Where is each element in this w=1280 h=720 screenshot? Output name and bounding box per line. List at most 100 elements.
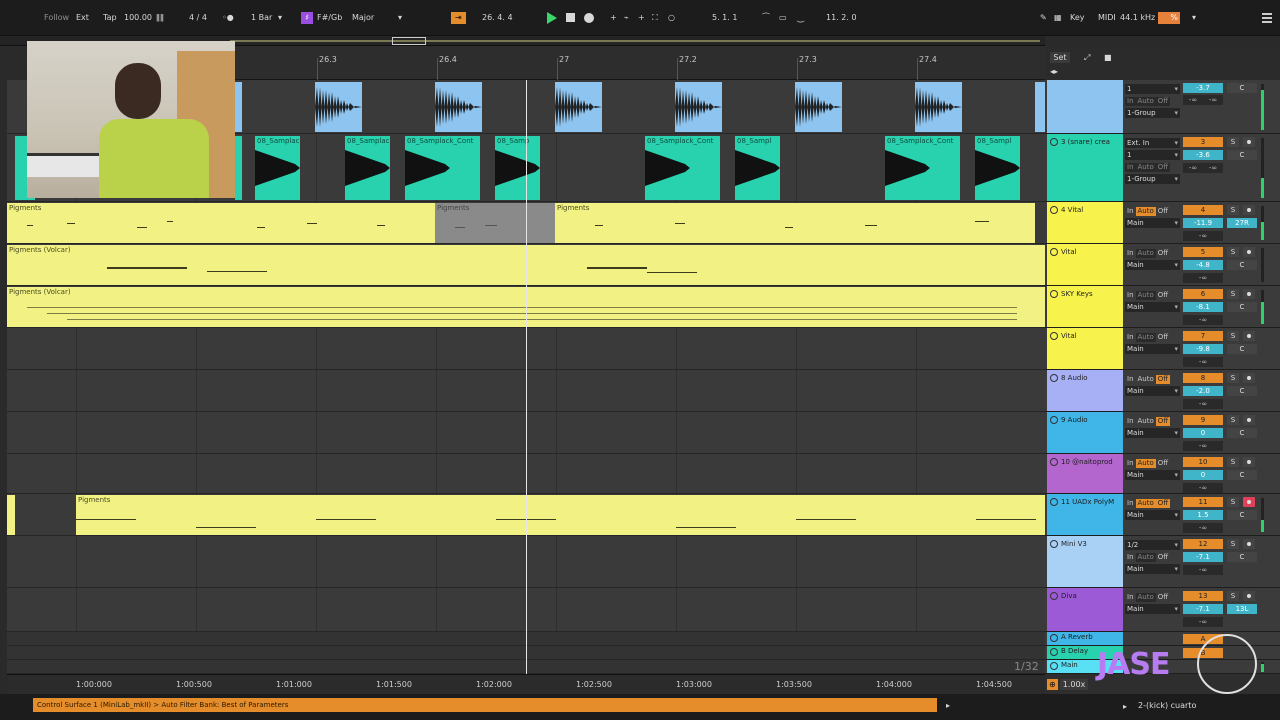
arm-button[interactable] [1243, 457, 1255, 467]
monitor-auto-button[interactable]: Auto [1135, 333, 1156, 342]
fold-icon[interactable] [1050, 540, 1058, 548]
menu-icon[interactable] [1262, 13, 1272, 23]
track-activator[interactable]: 10 [1183, 457, 1223, 467]
monitor-in-button[interactable]: In [1125, 97, 1136, 106]
track-activator[interactable]: 9 [1183, 415, 1223, 425]
arm-button[interactable] [1243, 289, 1255, 299]
monitor-in-button[interactable]: In [1125, 417, 1136, 426]
track-name[interactable]: A Reverb [1047, 632, 1123, 645]
output-select[interactable]: 1-Group [1125, 174, 1180, 184]
track-activator[interactable]: 4 [1183, 205, 1223, 215]
loop-length-field[interactable]: 11. 2. 0 [826, 12, 857, 24]
volume-field[interactable]: -7.1 [1183, 552, 1223, 562]
arm-button[interactable] [1243, 331, 1255, 341]
tempo-field[interactable]: 100.00 [124, 12, 152, 24]
fold-icon[interactable] [1050, 662, 1058, 670]
pan-field[interactable]: C [1227, 344, 1257, 354]
send-field[interactable]: -∞ [1183, 273, 1223, 283]
audio-clip[interactable]: 08_Samplac [345, 136, 390, 200]
volume-field[interactable]: -9.8 [1183, 344, 1223, 354]
send-field[interactable]: -∞ [1183, 523, 1223, 533]
set-button[interactable]: Set [1050, 52, 1070, 63]
groove-icon[interactable]: ◦● [222, 12, 234, 24]
pan-field[interactable]: C [1227, 386, 1257, 396]
volume-field[interactable]: -8.1 [1183, 302, 1223, 312]
solo-button[interactable]: S [1227, 415, 1239, 425]
fold-icon[interactable] [1050, 416, 1058, 424]
arm-button[interactable] [1243, 373, 1255, 383]
audio-clip[interactable] [795, 82, 842, 132]
loop-icon[interactable]: ○ [668, 12, 675, 24]
pan-field[interactable]: C [1227, 260, 1257, 270]
solo-button[interactable]: S [1227, 205, 1239, 215]
scale-select[interactable]: Major [352, 12, 374, 24]
solo-button[interactable]: S [1227, 289, 1239, 299]
track-10-naitoprod[interactable]: 10 @naitoprod InAutoOff Main 10 S 0 C -∞ [1045, 454, 1280, 494]
monitor-off-button[interactable]: Off [1155, 499, 1171, 508]
track-name[interactable]: Vital [1047, 328, 1123, 369]
pan-field[interactable]: C [1227, 510, 1257, 520]
beat-time-ruler[interactable]: 26.3 26.4 27 27.2 27.3 27.4 [235, 46, 1045, 80]
fold-icon[interactable] [1050, 634, 1058, 642]
solo-button[interactable]: S [1227, 247, 1239, 257]
track-snare[interactable]: 3 (snare) crea Ext. In 1 InAutoOff 1-Gro… [1045, 134, 1280, 202]
track-activator[interactable]: 12 [1183, 539, 1223, 549]
track-name[interactable]: Vital [1047, 244, 1123, 285]
arm-button[interactable] [1243, 137, 1255, 147]
chevron-down-icon[interactable]: ▾ [278, 12, 282, 24]
track-8-audio[interactable]: 8 Audio InAutoOff Main 8 S -2.0 C -∞ [1045, 370, 1280, 412]
audio-clip[interactable]: 08_Samplack_Cont [645, 136, 720, 200]
solo-button[interactable]: S [1227, 331, 1239, 341]
output-select[interactable]: Main [1125, 260, 1180, 270]
song-position-field[interactable]: 26. 4. 4 [482, 12, 513, 24]
monitor-auto-button[interactable]: Auto [1135, 97, 1156, 106]
output-select[interactable]: 1-Group [1125, 108, 1180, 118]
audio-clip[interactable] [1035, 82, 1045, 132]
send-field[interactable]: -∞ [1183, 565, 1223, 575]
monitor-auto-button[interactable]: Auto [1135, 291, 1156, 300]
track-name[interactable]: 10 @naitoprod [1047, 454, 1123, 493]
midi-clip[interactable]: Pigments [76, 495, 1045, 535]
volume-field[interactable]: -3.6 [1183, 150, 1223, 160]
audio-clip[interactable] [235, 136, 242, 200]
monitor-in-button[interactable]: In [1125, 459, 1136, 468]
send-field[interactable]: -∞ [1183, 163, 1203, 173]
pan-field[interactable]: 13L [1227, 604, 1257, 614]
capture-icon[interactable]: ⛶ [652, 12, 658, 24]
output-select[interactable]: Main [1125, 510, 1180, 520]
pan-field[interactable]: C [1227, 552, 1257, 562]
tap-tempo-button[interactable]: Tap [103, 12, 117, 24]
pan-field[interactable]: C [1227, 470, 1257, 480]
monitor-off-button[interactable]: Off [1156, 333, 1170, 342]
track-activator[interactable]: 7 [1183, 331, 1223, 341]
arm-button[interactable] [1243, 497, 1255, 507]
play-arrow-icon[interactable]: ▸ [1123, 701, 1127, 713]
fold-icon[interactable] [1050, 458, 1058, 466]
arm-button[interactable] [1243, 247, 1255, 257]
send-field[interactable]: -∞ [1183, 441, 1223, 451]
audio-clip[interactable]: 08_Samplack_Cont [405, 136, 480, 200]
expand-icon[interactable]: ⤢ [1084, 52, 1090, 64]
send-field[interactable]: -∞ [1183, 357, 1223, 367]
volume-field[interactable]: -4.8 [1183, 260, 1223, 270]
punch-out-icon[interactable]: ⏝ [797, 12, 805, 24]
audio-clip[interactable] [555, 82, 602, 132]
zoom-field[interactable]: 1.00x [1060, 679, 1088, 690]
send-field[interactable]: -∞ [1183, 315, 1223, 325]
send-field[interactable]: -∞ [1203, 163, 1223, 173]
midi-map-button[interactable]: MIDI [1098, 12, 1116, 24]
solo-button[interactable]: S [1227, 497, 1239, 507]
audio-clip[interactable] [435, 82, 482, 132]
volume-field[interactable]: 1.5 [1183, 510, 1223, 520]
fold-icon[interactable] [1050, 498, 1058, 506]
fold-icon[interactable] [1050, 290, 1058, 298]
track-4-vital[interactable]: 4 Vital InAutoOff Main 4 S -11.9 27R -∞ [1045, 202, 1280, 244]
fold-icon[interactable] [1050, 332, 1058, 340]
solo-button[interactable]: S [1227, 591, 1239, 601]
track-name[interactable]: Diva [1047, 588, 1123, 631]
volume-field[interactable]: 0 [1183, 428, 1223, 438]
output-select[interactable]: Main [1125, 604, 1180, 614]
scale-mode-icon[interactable]: ♯ [301, 12, 313, 24]
fold-icon[interactable] [1050, 648, 1058, 656]
audio-clip[interactable]: 08_Samplac [255, 136, 300, 200]
